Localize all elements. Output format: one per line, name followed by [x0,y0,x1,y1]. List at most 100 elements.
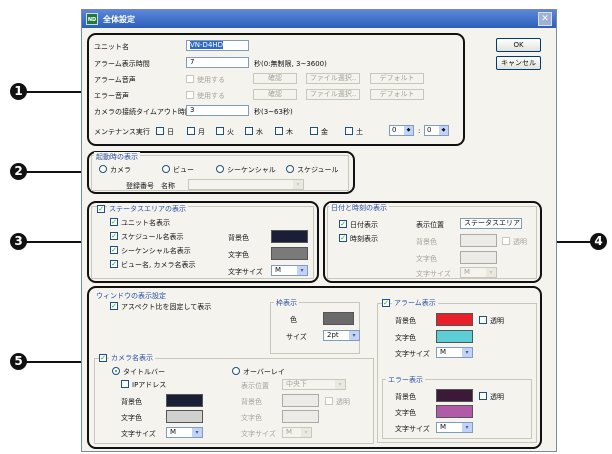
alarm-display-checkbox[interactable]: ✓ [382,299,390,307]
hour-spinner[interactable]: 0 ◆ [389,125,414,136]
alarm-file-select-button[interactable]: ファイル選択.. [306,73,360,84]
date-display-checkbox[interactable]: ✓ [339,220,347,228]
status-font-size-dropdown[interactable]: M ▾ [271,265,308,276]
alarm-default-button[interactable]: デフォルト [370,73,424,84]
spin-arrows-icon[interactable]: ◆ [404,126,413,135]
day-label-fri: 金 [321,128,328,136]
day-checkbox-tue[interactable] [216,127,224,135]
dropdown-arrow-icon[interactable]: ▾ [297,266,307,275]
overlay-position-dropdown[interactable]: 中央下 ▾ [282,379,346,390]
error-font-size-dropdown[interactable]: M ▾ [436,422,473,433]
camera-timeout-input[interactable]: 3 [186,105,249,116]
overlay-radio[interactable] [232,367,240,375]
startup-view-radio[interactable] [162,165,170,173]
frame-box [270,302,360,354]
view-camera-name-display-checkbox[interactable]: ✓ [110,260,118,268]
callout-5: 5 [10,353,27,370]
unit-name-input[interactable]: VN-D4HD [186,40,249,51]
datetime-font-size-dropdown[interactable]: M ▾ [460,267,497,278]
camera-font-size-dropdown[interactable]: M ▾ [166,427,203,438]
alarm-sound-use-label: 使用する [197,76,225,84]
alarm-font-size-dropdown[interactable]: M ▾ [436,347,473,358]
startup-name-dropdown[interactable]: ▾ [188,179,304,190]
frame-color-swatch[interactable] [323,312,354,325]
minute-spinner[interactable]: 0 ◆ [424,125,449,136]
error-confirm-button[interactable]: 確認 [253,89,297,100]
error-file-select-button[interactable]: ファイル選択.. [306,89,360,100]
datetime-transparent-checkbox[interactable] [502,237,510,245]
camera-name-checkbox[interactable]: ✓ [99,354,107,362]
overlay-position-label: 表示位置 [241,382,269,390]
day-checkbox-mon[interactable] [187,127,195,135]
day-checkbox-fri[interactable] [310,127,318,135]
name-label: 名称 [161,182,175,190]
datetime-position-label: 表示位置 [416,221,444,229]
app-icon: ND [86,13,98,25]
camera-bg-color-swatch[interactable] [166,394,203,407]
ok-button[interactable]: OK [496,38,541,52]
startup-sequential-label: シーケンシャル [227,166,276,174]
dropdown-arrow-icon[interactable]: ▾ [349,331,359,340]
sequential-name-display-label: シーケンシャル名表示 [121,247,191,255]
startup-sequential-radio[interactable] [216,165,224,173]
camera-text-color-swatch[interactable] [166,410,203,423]
camera-bg-color-label: 背景色 [121,398,142,406]
error-display-title: エラー表示 [386,375,425,385]
dropdown-arrow-icon[interactable]: ▾ [335,380,345,389]
frame-size-dropdown[interactable]: 2pt ▾ [323,330,360,341]
day-checkbox-sat[interactable] [345,127,353,135]
dropdown-arrow-icon[interactable]: ▾ [486,268,496,277]
alarm-confirm-button[interactable]: 確認 [253,73,297,84]
datetime-text-color-label: 文字色 [416,255,437,263]
view-camera-name-display-label: ビュー名, カメラ名表示 [121,261,196,269]
status-area-checkbox[interactable]: ✓ [97,205,105,213]
alarm-bg-color-swatch[interactable] [436,313,473,326]
status-bg-color-swatch[interactable] [271,230,308,243]
overlay-bg-color-swatch[interactable] [282,394,319,407]
dropdown-arrow-icon[interactable]: ▾ [293,180,303,189]
dropdown-arrow-icon[interactable]: ▾ [301,428,311,437]
startup-schedule-radio[interactable] [286,165,294,173]
day-label-sat: 土 [356,128,363,136]
overlay-font-size-dropdown[interactable]: M ▾ [282,427,312,438]
error-bg-color-swatch[interactable] [436,389,473,402]
dropdown-arrow-icon[interactable]: ▾ [462,348,472,357]
sequential-name-display-checkbox[interactable]: ✓ [110,246,118,254]
error-text-color-swatch[interactable] [436,405,473,418]
schedule-name-display-checkbox[interactable]: ✓ [110,232,118,240]
day-checkbox-thu[interactable] [275,127,283,135]
ip-address-checkbox[interactable] [121,380,129,388]
alarm-sound-checkbox[interactable] [186,75,194,83]
alarm-time-input[interactable]: 7 [186,57,249,68]
aspect-ratio-checkbox[interactable]: ✓ [110,302,118,310]
startup-schedule-label: スケジュール [297,166,339,174]
error-sound-label: エラー音声 [94,92,129,100]
startup-camera-radio[interactable] [99,165,107,173]
dropdown-arrow-icon[interactable]: ▾ [192,428,202,437]
datetime-position-field[interactable]: ステータスエリア [460,218,522,229]
error-transparent-checkbox[interactable] [479,392,487,400]
unit-name-display-checkbox[interactable]: ✓ [110,218,118,226]
datetime-text-color-swatch[interactable] [460,251,497,264]
frame-size-value: 2pt [327,331,339,339]
close-icon[interactable]: ✕ [538,12,552,26]
overlay-transparent-checkbox[interactable] [325,397,333,405]
cancel-button[interactable]: キャンセル [496,56,541,70]
error-font-size-label: 文字サイズ [395,425,430,433]
alarm-text-color-swatch[interactable] [436,330,473,343]
day-checkbox-wed[interactable] [245,127,253,135]
titlebar-radio[interactable] [112,367,120,375]
alarm-transparent-checkbox[interactable] [479,316,487,324]
spin-arrows-icon[interactable]: ◆ [439,126,448,135]
titlebar-label: タイトルバー [123,368,165,376]
error-default-button[interactable]: デフォルト [370,89,424,100]
camera-timeout-label: カメラの接続タイムアウト時間 [94,108,192,116]
dropdown-arrow-icon[interactable]: ▾ [462,423,472,432]
error-sound-checkbox[interactable] [186,91,194,99]
datetime-bg-color-swatch[interactable] [460,234,497,247]
status-text-color-swatch[interactable] [271,247,308,260]
startup-view-label: ビュー [173,166,194,174]
time-display-checkbox[interactable]: ✓ [339,234,347,242]
overlay-text-color-swatch[interactable] [282,410,319,423]
day-checkbox-sun[interactable] [156,127,164,135]
